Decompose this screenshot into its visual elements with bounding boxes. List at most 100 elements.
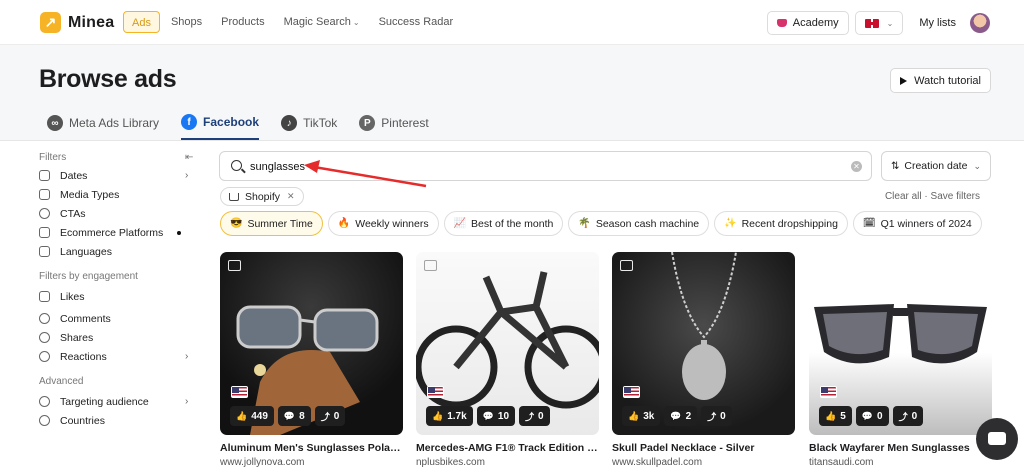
calendar-icon: 🗓 xyxy=(862,218,876,229)
us-flag-icon xyxy=(427,386,444,398)
carousel-icon xyxy=(228,260,241,271)
tab-meta-ads-library[interactable]: ∞ Meta Ads Library xyxy=(47,106,159,140)
active-filter-dot xyxy=(177,230,181,235)
annotation-arrow-icon xyxy=(304,160,427,188)
ad-domain[interactable]: www.jollynova.com xyxy=(220,457,403,468)
nav-link-magic-search-label: Magic Search xyxy=(283,16,351,28)
tab-tiktok[interactable]: ♪ TikTok xyxy=(281,106,337,140)
ad-card[interactable]: 👍 1.7k 💬 10 ⤴ 0 Mercedes-AMG F1® Track Edit… xyxy=(416,252,599,468)
globe-icon xyxy=(39,415,50,426)
filter-shares[interactable]: Shares xyxy=(39,328,199,347)
us-flag-icon xyxy=(623,386,640,398)
tab-label: Facebook xyxy=(203,115,260,129)
ad-thumbnail[interactable]: 👍 1.7k 💬 10 ⤴ 0 xyxy=(416,252,599,435)
save-filters-link[interactable]: Save filters xyxy=(931,191,980,202)
ad-title[interactable]: Black Wayfarer Men Sunglasses xyxy=(809,442,992,454)
preset-recent-dropshipping[interactable]: ✨ Recent dropshipping xyxy=(714,211,848,236)
preset-season-cash-machine[interactable]: 🌴 Season cash machine xyxy=(568,211,710,236)
user-icon xyxy=(39,396,50,407)
top-navigation: ↗ Minea Ads Shops Products Magic Search ⌄… xyxy=(0,0,1024,45)
nav-link-success-radar[interactable]: Success Radar xyxy=(379,11,454,33)
preset-best-of-month[interactable]: 📈 Best of the month xyxy=(443,211,564,236)
shares-badge: ⤴ 0 xyxy=(892,406,924,426)
preset-label: Season cash machine xyxy=(595,217,700,230)
nav-link-magic-search[interactable]: Magic Search ⌄ xyxy=(284,11,360,33)
ad-card[interactable]: 👍 449 💬 8 ⤴ 0 Aluminum Men's Sunglasses Pol… xyxy=(220,252,403,468)
page-title: Browse ads xyxy=(39,65,177,93)
tab-pinterest[interactable]: P Pinterest xyxy=(359,106,429,140)
facebook-icon: f xyxy=(181,114,198,130)
comment-icon: 💬 xyxy=(861,410,873,421)
chevron-down-icon: ⌄ xyxy=(973,160,981,171)
comments-badge: 💬 8 xyxy=(277,406,311,426)
brand-name: Minea xyxy=(68,13,115,31)
ad-title[interactable]: Mercedes-AMG F1® Track Edition 25… xyxy=(416,442,599,454)
ad-domain[interactable]: titansaudi.com xyxy=(809,457,992,468)
filter-languages[interactable]: Languages xyxy=(39,242,199,261)
filter-countries[interactable]: Countries xyxy=(39,411,199,430)
clear-all-link[interactable]: Clear all xyxy=(885,191,922,202)
filter-comments[interactable]: Comments xyxy=(39,309,199,328)
ad-title[interactable]: Skull Padel Necklace - Silver xyxy=(612,442,795,454)
comment-icon: 💬 xyxy=(482,410,494,421)
avatar[interactable] xyxy=(970,13,990,33)
filter-likes[interactable]: Likes xyxy=(39,287,199,306)
share-icon xyxy=(39,332,50,343)
shares-badge: ⤴ 0 xyxy=(314,406,346,426)
watch-tutorial-button[interactable]: Watch tutorial xyxy=(890,68,991,93)
comment-icon xyxy=(39,313,50,324)
sort-dropdown[interactable]: ⇅ Creation date ⌄ xyxy=(881,151,991,181)
tab-label: Meta Ads Library xyxy=(69,116,160,130)
preset-summer-time[interactable]: 😎 Summer Time xyxy=(220,211,323,236)
remove-filter-icon[interactable]: ✕ xyxy=(287,191,295,202)
ad-thumbnail[interactable]: 👍 449 💬 8 ⤴ 0 xyxy=(220,252,403,435)
filter-ecommerce-platforms[interactable]: Ecommerce Platforms xyxy=(39,223,199,242)
thumbs-up-icon: 👍 xyxy=(236,410,248,421)
active-filter-chip[interactable]: Shopify ✕ xyxy=(220,187,304,206)
preset-weekly-winners[interactable]: 🔥 Weekly winners xyxy=(327,211,439,236)
chevron-down-icon: ⌄ xyxy=(886,18,894,28)
nav-link-products[interactable]: Products xyxy=(221,11,264,33)
academy-button[interactable]: Academy xyxy=(766,11,849,35)
nav-link-shops[interactable]: Shops xyxy=(171,11,202,33)
filter-label: Targeting audience xyxy=(60,395,149,408)
ad-card[interactable]: 👍 3k 💬 2 ⤴ 0 Skull Padel Necklace - Silver … xyxy=(612,252,795,468)
comments-badge: 💬 2 xyxy=(664,406,698,426)
comment-icon: 💬 xyxy=(283,410,296,421)
ad-title[interactable]: Aluminum Men's Sunglasses Polarized… xyxy=(220,442,403,454)
comments-count: 10 xyxy=(497,410,510,422)
ad-card[interactable]: 👍 5 💬 0 ⤴ 0 Black Wayfarer Men Sunglasses t… xyxy=(809,252,992,468)
ad-domain[interactable]: www.skullpadel.com xyxy=(612,457,795,468)
video-icon xyxy=(39,189,50,200)
translate-icon xyxy=(39,246,50,257)
nav-link-ads[interactable]: Ads xyxy=(123,11,160,33)
chevron-right-icon: › xyxy=(185,170,189,181)
collapse-sidebar-icon[interactable]: ⇤ xyxy=(185,152,193,163)
ad-domain[interactable]: nplusbikes.com xyxy=(416,457,599,468)
filter-targeting-audience[interactable]: Targeting audience › xyxy=(39,392,199,411)
tab-facebook[interactable]: f Facebook xyxy=(181,106,260,140)
brand-logo[interactable]: ↗ Minea xyxy=(40,12,114,33)
ad-thumbnail[interactable]: 👍 3k 💬 2 ⤴ 0 xyxy=(612,252,795,435)
filter-label: Languages xyxy=(60,245,112,258)
my-lists-link[interactable]: My lists xyxy=(919,17,956,29)
tab-label: TikTok xyxy=(303,116,338,130)
chat-support-button[interactable] xyxy=(976,418,1018,460)
preset-q1-winners[interactable]: 🗓 Q1 winners of 2024 xyxy=(852,211,982,236)
clear-search-icon[interactable]: ✕ xyxy=(851,161,862,172)
engagement-heading: Filters by engagement xyxy=(39,271,138,282)
filter-ctas[interactable]: CTAs xyxy=(39,204,199,223)
ad-thumbnail[interactable]: 👍 5 💬 0 ⤴ 0 xyxy=(809,252,992,435)
cart-icon xyxy=(229,192,239,201)
filter-media-types[interactable]: Media Types xyxy=(39,185,199,204)
likes-badge: 👍 3k xyxy=(622,406,661,426)
filter-label: Comments xyxy=(60,312,111,325)
language-selector[interactable]: ⌄ xyxy=(854,11,904,35)
filter-reactions[interactable]: Reactions › xyxy=(39,347,199,366)
filter-dates[interactable]: Dates › xyxy=(39,166,199,185)
us-flag-icon xyxy=(231,386,248,398)
us-flag-icon xyxy=(820,386,837,398)
uk-flag-icon xyxy=(864,18,879,28)
shares-badge: ⤴ 0 xyxy=(701,406,732,426)
preset-label: Best of the month xyxy=(471,217,554,230)
